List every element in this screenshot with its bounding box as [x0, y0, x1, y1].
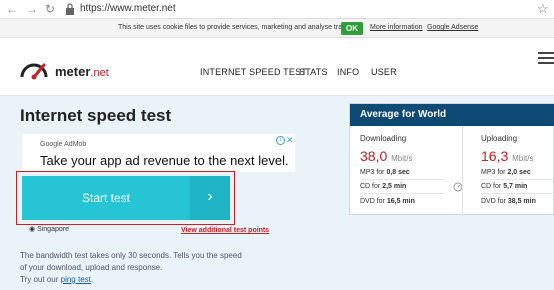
divider	[360, 179, 445, 180]
start-test-label: Start test	[81, 191, 131, 205]
cd-label: CD for	[481, 183, 502, 190]
logo-main: meter	[55, 64, 91, 79]
forward-icon[interactable]: →	[26, 2, 38, 16]
mp3-value: 2,0 sec	[507, 169, 531, 176]
menu-icon[interactable]	[538, 52, 554, 66]
download-dvd: DVD for 16,5 min	[360, 198, 415, 205]
desc-line-2: of your download, upload and response.	[20, 263, 163, 272]
upload-dvd: DVD for 38,5 min	[481, 198, 536, 205]
download-speed-value: 38,0	[360, 148, 388, 164]
download-unit: Mbit/s	[391, 154, 413, 163]
desc-line-3-prefix: Try out our	[20, 275, 59, 284]
nav-info[interactable]: INFO	[337, 67, 359, 77]
download-speed: 38,0 Mbit/s	[360, 148, 412, 164]
divider	[360, 193, 445, 194]
ad-info-icon[interactable]: i	[276, 136, 285, 145]
download-cd: CD for 2,5 min	[360, 183, 406, 190]
desc-line-3: Try out our ping test.	[20, 274, 280, 286]
desc-line-1: The bandwidth test takes only 30 seconds…	[20, 251, 242, 260]
browser-toolbar: ← → ↻ https://www.meter.net ☆	[0, 0, 554, 19]
radio-icon[interactable]: ◉	[29, 226, 35, 233]
nav-stats[interactable]: STATS	[299, 67, 328, 77]
upload-speed: 16,3 Mbit/s	[481, 148, 533, 164]
upload-column: Uploading 16,3 Mbit/s MP3 for 2,0 sec CD…	[462, 126, 554, 216]
nav-user[interactable]: USER	[371, 67, 397, 77]
chevron-right-icon: ›	[190, 176, 230, 220]
server-option[interactable]: ◉ Singapore	[29, 225, 69, 233]
cookie-more-info-link[interactable]: More information	[370, 24, 423, 31]
ad-brand: Google AdMob	[40, 141, 87, 148]
divider	[481, 179, 554, 180]
cookie-adsense-link[interactable]: Google Adsense	[427, 24, 478, 31]
view-additional-points-link[interactable]: View additional test points	[181, 227, 269, 234]
bookmark-star-icon[interactable]: ☆	[537, 1, 549, 17]
dvd-value: 16,5 min	[386, 198, 415, 205]
cookie-ok-button[interactable]: OK	[341, 22, 363, 35]
meter-logo-icon[interactable]	[18, 57, 50, 81]
cookie-bar: This site uses cookie files to provide s…	[0, 19, 554, 38]
mp3-label: MP3 for	[481, 169, 506, 176]
cd-label: CD for	[360, 183, 381, 190]
download-label: Downloading	[360, 134, 407, 143]
divider	[481, 193, 554, 194]
average-title: Average for World	[360, 109, 447, 120]
dvd-label: DVD for	[481, 198, 506, 205]
back-icon[interactable]: ←	[6, 2, 18, 16]
average-header: Average for World	[350, 104, 554, 126]
upload-mp3: MP3 for 2,0 sec	[481, 169, 531, 176]
reload-icon[interactable]: ↻	[45, 2, 55, 16]
server-name: Singapore	[37, 226, 69, 233]
upload-cd: CD for 5,7 min	[481, 183, 527, 190]
address-bar[interactable]: https://www.meter.net	[80, 3, 176, 14]
nav-internet-speed-test[interactable]: INTERNET SPEED TEST	[200, 67, 307, 77]
dvd-label: DVD for	[360, 198, 385, 205]
site-logo[interactable]: meter.net	[55, 64, 109, 79]
page-title: Internet speed test	[20, 106, 172, 125]
description: The bandwidth test takes only 30 seconds…	[20, 250, 280, 286]
cd-value: 5,7 min	[503, 183, 528, 190]
ad-banner[interactable]: Google AdMob Take your app ad revenue to…	[22, 134, 295, 172]
mp3-label: MP3 for	[360, 169, 385, 176]
start-test-button[interactable]: Start test ›	[22, 176, 230, 220]
logo-suffix: .net	[90, 67, 109, 79]
ad-text: Take your app ad revenue to the next lev…	[40, 153, 289, 168]
upload-speed-value: 16,3	[481, 148, 509, 164]
desc-line-3-suffix: .	[90, 275, 94, 284]
upload-label: Uploading	[481, 134, 518, 143]
lock-icon	[66, 3, 74, 15]
cd-value: 2,5 min	[382, 183, 407, 190]
download-column: Downloading 38,0 Mbit/s MP3 for 0,8 sec …	[350, 126, 452, 216]
cookie-text: This site uses cookie files to provide s…	[118, 24, 353, 31]
dvd-value: 38,5 min	[507, 198, 536, 205]
upload-unit: Mbit/s	[512, 154, 534, 163]
ping-test-link[interactable]: ping test	[61, 275, 91, 284]
mp3-value: 0,8 sec	[386, 169, 410, 176]
site-header: meter.net INTERNET SPEED TEST STATS INFO…	[0, 38, 554, 96]
average-panel: Average for World Downloading 38,0 Mbit/…	[349, 103, 554, 216]
ad-close-icon[interactable]: ✕	[286, 135, 294, 146]
download-mp3: MP3 for 0,8 sec	[360, 169, 410, 176]
